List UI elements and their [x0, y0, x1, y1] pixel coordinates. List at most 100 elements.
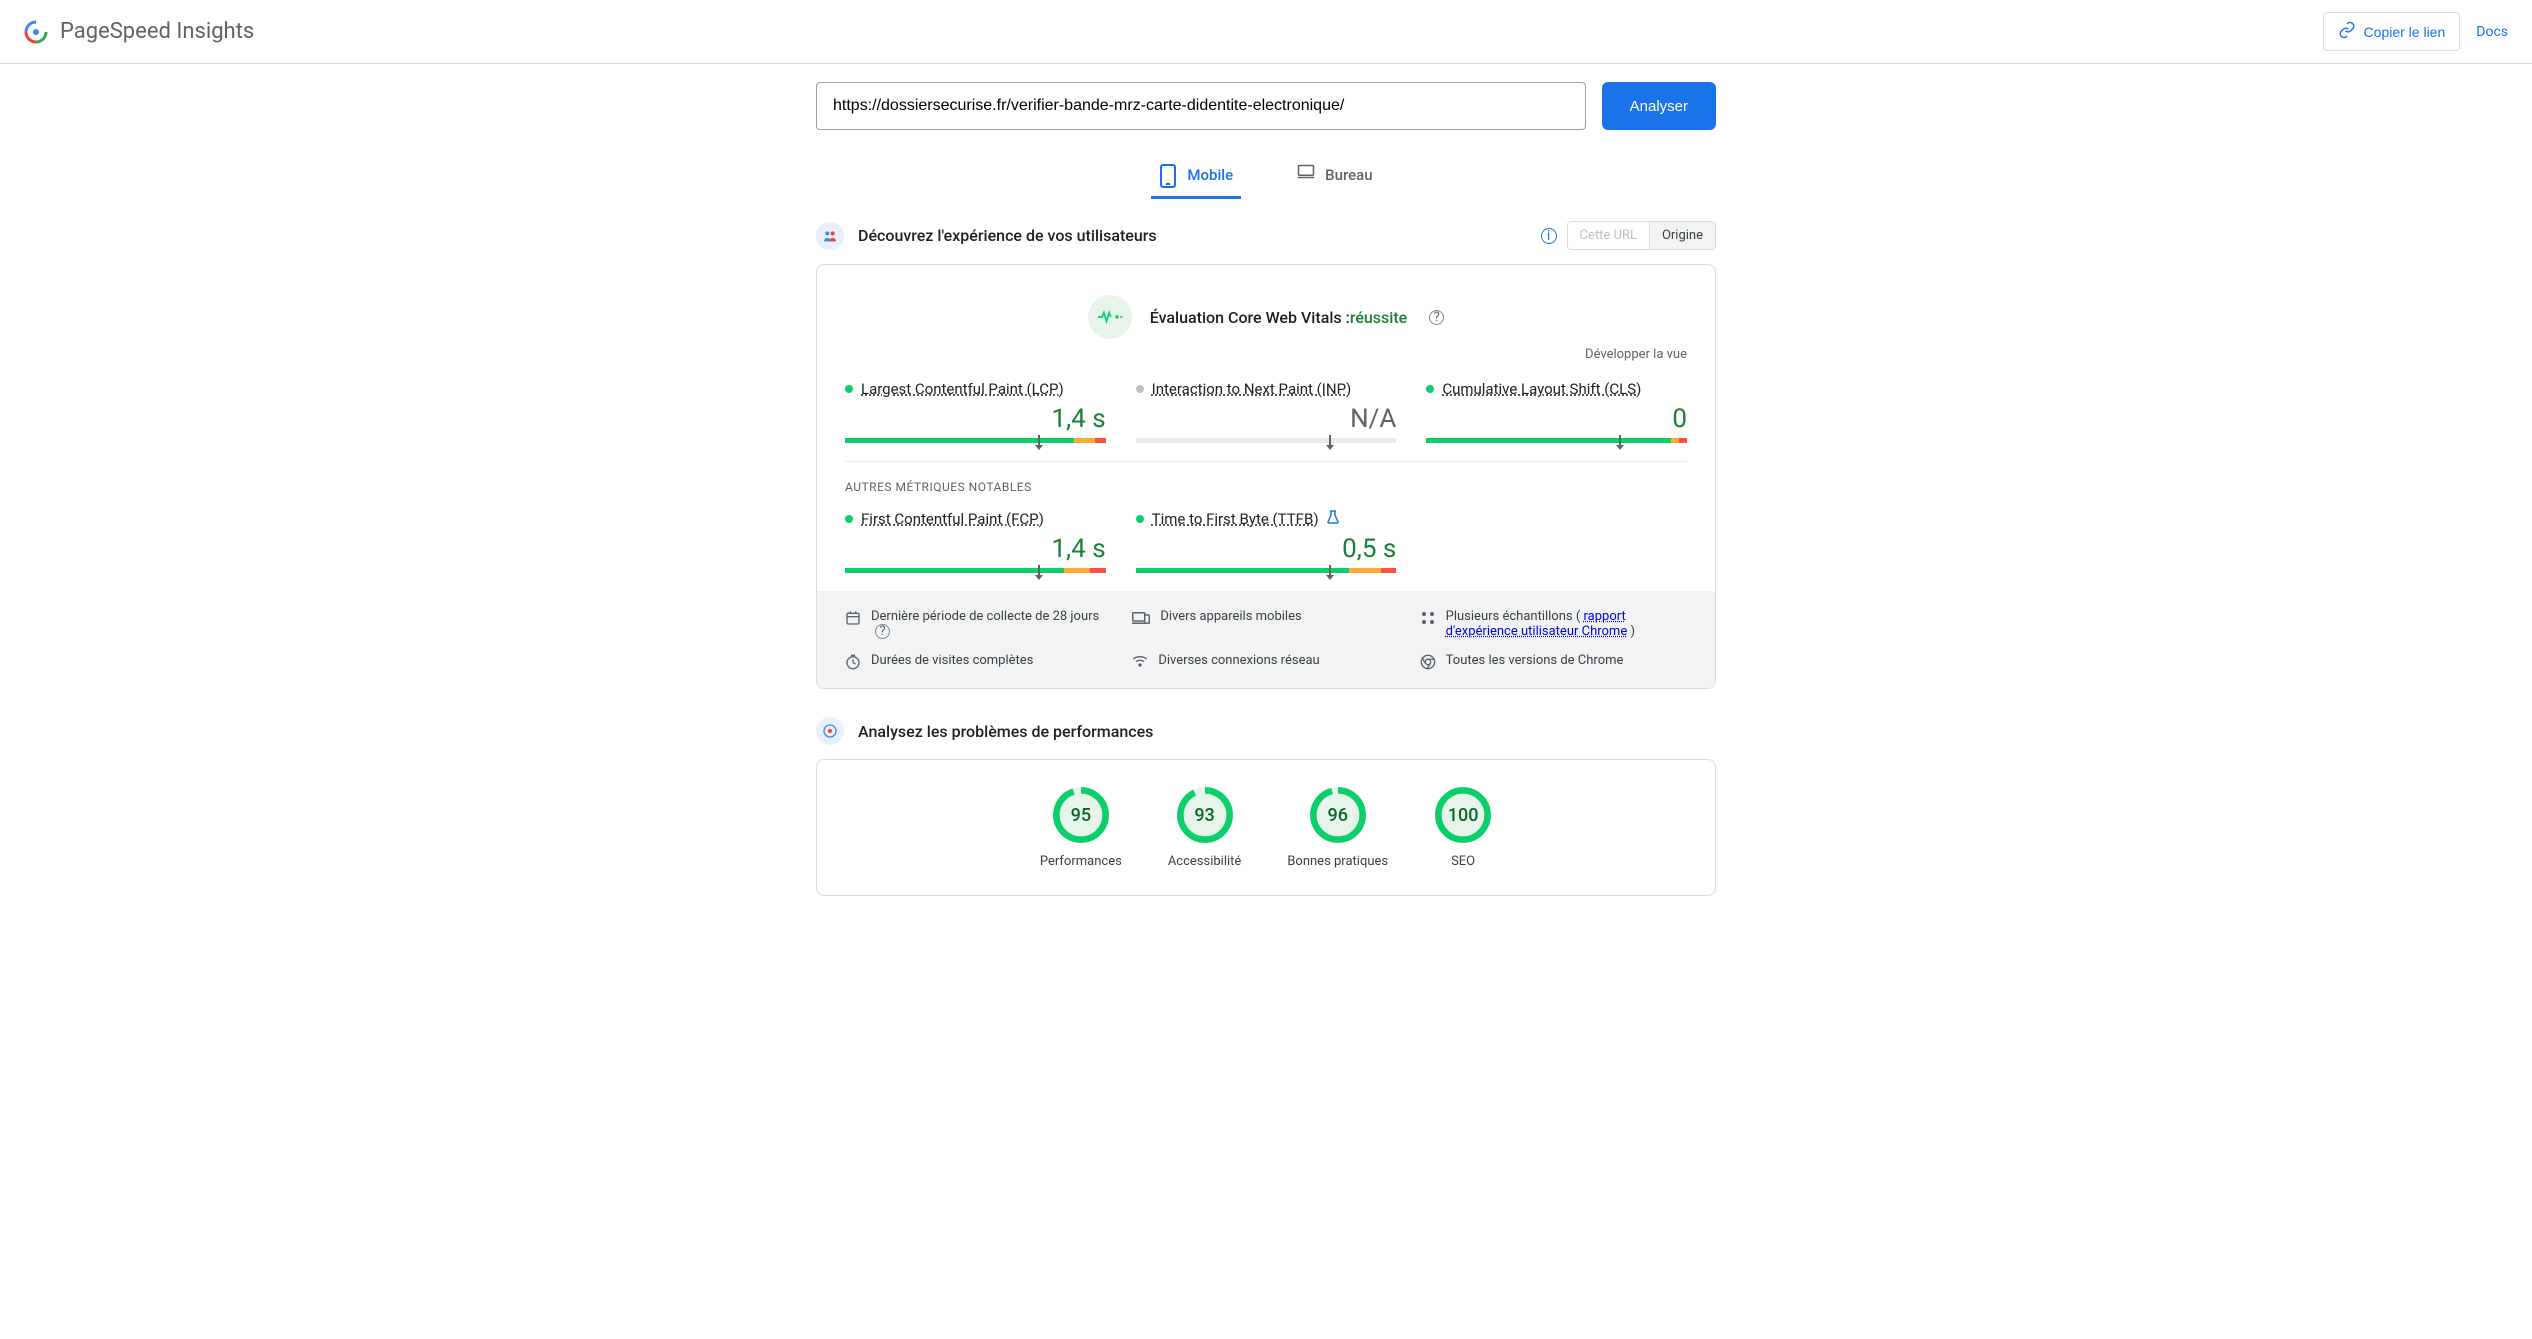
info-chrome-text: Toutes les versions de Chrome [1446, 653, 1624, 668]
metric-fcp-value: 1,4 s [845, 534, 1106, 564]
metric-fcp-header: First Contentful Paint (FCP) [845, 510, 1106, 528]
info-network-text: Diverses connexions réseau [1158, 653, 1319, 668]
metric-inp-name[interactable]: Interaction to Next Paint (INP) [1152, 380, 1352, 398]
metric-ttfb: Time to First Byte (TTFB) 0,5 s [1136, 510, 1397, 573]
tab-desktop-label: Bureau [1325, 166, 1372, 184]
status-dot-icon [1136, 515, 1144, 523]
psi-logo-icon [24, 20, 48, 44]
diagnose-badge-icon [816, 717, 844, 745]
metric-lcp-header: Largest Contentful Paint (LCP) [845, 380, 1106, 398]
gauge-best-practices[interactable]: 96 Bonnes pratiques [1287, 786, 1388, 869]
metric-lcp: Largest Contentful Paint (LCP) 1,4 s [845, 380, 1106, 443]
toggle-this-url[interactable]: Cette URL [1568, 222, 1649, 249]
clock-icon [845, 654, 861, 670]
lab-section-left: Analysez les problèmes de performances [816, 717, 1153, 745]
url-bar: Analyser [816, 82, 1716, 130]
scope-toggle: Cette URL Origine [1567, 221, 1716, 250]
app-header: PageSpeed Insights Copier le lien Docs [0, 0, 2532, 64]
copy-link-button[interactable]: Copier le lien [2323, 12, 2461, 51]
info-duration: Durées de visites complètes [845, 653, 1112, 670]
info-duration-text: Durées de visites complètes [871, 653, 1033, 668]
info-chrome: Toutes les versions de Chrome [1420, 653, 1687, 670]
link-icon [2338, 21, 2356, 42]
calendar-icon [845, 610, 861, 626]
metric-fcp: First Contentful Paint (FCP) 1,4 s [845, 510, 1106, 573]
cwv-metrics-row: Largest Contentful Paint (LCP) 1,4 s Int… [845, 380, 1687, 443]
metric-cls-value: 0 [1426, 404, 1687, 434]
metric-inp: Interaction to Next Paint (INP) N/A [1136, 380, 1397, 443]
info-period: Dernière période de collecte de 28 jours… [845, 609, 1112, 639]
tab-desktop[interactable]: Bureau [1289, 154, 1380, 199]
metric-inp-header: Interaction to Next Paint (INP) [1136, 380, 1397, 398]
vitals-icon [1088, 295, 1132, 339]
info-samples-text: Plusieurs échantillons ( rapport d'expér… [1446, 609, 1687, 639]
metric-lcp-bar [845, 438, 1106, 443]
toggle-origin[interactable]: Origine [1649, 222, 1715, 249]
status-dot-icon [1426, 385, 1434, 393]
cwv-text: Évaluation Core Web Vitals :réussite [1150, 308, 1408, 327]
info-samples: Plusieurs échantillons ( rapport d'expér… [1420, 609, 1687, 639]
metric-ttfb-name[interactable]: Time to First Byte (TTFB) [1152, 510, 1319, 528]
metric-lcp-value: 1,4 s [845, 404, 1106, 434]
samples-icon [1420, 610, 1436, 626]
help-icon[interactable]: ? [1429, 310, 1444, 325]
metric-ttfb-value: 0,5 s [1136, 534, 1397, 564]
cwv-assessment: Évaluation Core Web Vitals :réussite ? [845, 295, 1687, 339]
analyze-button[interactable]: Analyser [1602, 82, 1716, 130]
metric-cls-bar [1426, 438, 1687, 443]
cwv-label: Évaluation Core Web Vitals : [1150, 308, 1350, 327]
wifi-icon [1132, 654, 1148, 668]
cwv-status: réussite [1350, 308, 1407, 327]
metric-ttfb-bar [1136, 568, 1397, 573]
devices-icon [1132, 610, 1150, 626]
metric-cls: Cumulative Layout Shift (CLS) 0 [1426, 380, 1687, 443]
metric-lcp-name[interactable]: Largest Contentful Paint (LCP) [861, 380, 1064, 398]
header-right: Copier le lien Docs [2323, 12, 2508, 51]
field-data-card: Évaluation Core Web Vitals :réussite ? D… [816, 264, 1716, 689]
header-left: PageSpeed Insights [24, 19, 254, 44]
gauge-bp-label: Bonnes pratiques [1287, 854, 1388, 869]
help-icon[interactable]: ? [875, 624, 890, 639]
status-dot-icon [845, 515, 853, 523]
info-icon[interactable]: i [1541, 228, 1557, 244]
field-section-left: Découvrez l'expérience de vos utilisateu… [816, 222, 1157, 250]
lab-data-card: 95 Performances 93 Accessibilité 96 Bonn… [816, 759, 1716, 896]
gauge-accessibility-label: Accessibilité [1168, 854, 1242, 869]
experimental-icon [1327, 510, 1339, 528]
gauge-accessibility-score: 93 [1176, 786, 1234, 844]
gauge-bp-score: 96 [1309, 786, 1367, 844]
gauge-seo-label: SEO [1434, 854, 1492, 869]
status-dot-icon [845, 385, 853, 393]
field-section-header: Découvrez l'expérience de vos utilisateu… [816, 221, 1716, 250]
gauge-seo[interactable]: 100 SEO [1434, 786, 1492, 869]
device-tabs: Mobile Bureau [816, 154, 1716, 199]
metric-fcp-name[interactable]: First Contentful Paint (FCP) [861, 510, 1044, 528]
field-footer: Dernière période de collecte de 28 jours… [817, 591, 1715, 688]
url-input[interactable] [816, 82, 1586, 130]
lab-section-header: Analysez les problèmes de performances [816, 717, 1716, 745]
gauge-seo-score: 100 [1434, 786, 1492, 844]
gauge-performance[interactable]: 95 Performances [1040, 786, 1122, 869]
mobile-icon [1159, 164, 1177, 186]
lab-section-title: Analysez les problèmes de performances [858, 722, 1153, 741]
main-content: Analyser Mobile Bureau Découvrez l'expér… [816, 64, 1716, 936]
tab-mobile-label: Mobile [1187, 166, 1233, 184]
metric-inp-bar [1136, 438, 1397, 443]
tab-mobile[interactable]: Mobile [1151, 154, 1241, 199]
info-devices-text: Divers appareils mobiles [1160, 609, 1301, 624]
expand-view-link[interactable]: Développer la vue [845, 347, 1687, 362]
metric-cls-name[interactable]: Cumulative Layout Shift (CLS) [1442, 380, 1641, 398]
copy-link-label: Copier le lien [2364, 24, 2446, 40]
gauge-performance-score: 95 [1052, 786, 1110, 844]
info-network: Diverses connexions réseau [1132, 653, 1399, 670]
app-title: PageSpeed Insights [60, 19, 254, 44]
metric-ttfb-header: Time to First Byte (TTFB) [1136, 510, 1397, 528]
gauge-accessibility[interactable]: 93 Accessibilité [1168, 786, 1242, 869]
metric-empty [1426, 510, 1687, 573]
chrome-icon [1420, 654, 1436, 670]
other-metrics-row: First Contentful Paint (FCP) 1,4 s Time … [845, 510, 1687, 573]
metric-inp-value: N/A [1136, 404, 1397, 434]
divider [845, 461, 1687, 462]
docs-link[interactable]: Docs [2476, 24, 2508, 40]
gauge-performance-label: Performances [1040, 854, 1122, 869]
